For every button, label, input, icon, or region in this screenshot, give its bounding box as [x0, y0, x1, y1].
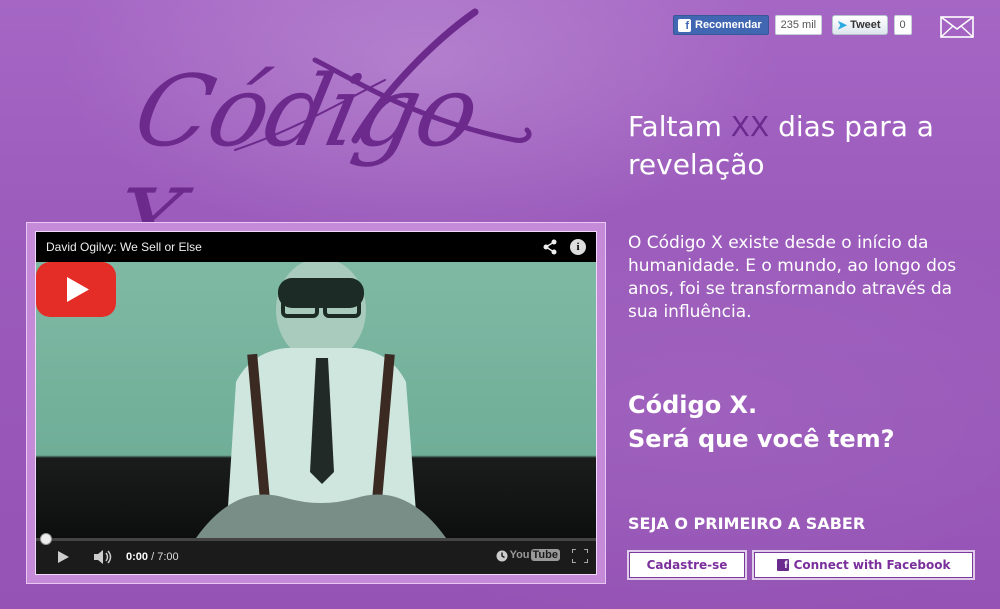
facebook-connect-label: Connect with Facebook [793, 558, 951, 572]
watch-later-icon[interactable] [496, 550, 508, 562]
register-button-label: Cadastre-se [646, 558, 728, 572]
tweet-button[interactable]: ➤ Tweet [832, 15, 888, 35]
signup-heading: SEJA O PRIMEIRO A SABER [628, 514, 866, 533]
video-controls: 0:00 / 7:00 You Tube [36, 533, 596, 574]
progress-bar[interactable] [36, 533, 596, 545]
time-display: 0:00 / 7:00 [126, 551, 179, 563]
info-icon[interactable]: i [570, 239, 586, 255]
current-time: 0:00 [126, 551, 149, 563]
youtube-logo-tube: Tube [530, 549, 560, 561]
video-title-bar: David Ogilvy: We Sell or Else i [36, 232, 596, 262]
facebook-icon: f [678, 18, 691, 32]
volume-icon[interactable] [94, 550, 114, 564]
play-button-icon[interactable] [36, 262, 116, 317]
youtube-logo[interactable]: You Tube [510, 549, 560, 561]
tagline: Código X. Será que você tem? [628, 388, 978, 456]
envelope-icon[interactable] [940, 16, 974, 38]
intro-paragraph: O Código X existe desde o início da huma… [628, 233, 957, 322]
duration: / 7:00 [151, 551, 179, 563]
video-frame: David Ogilvy: We Sell or Else i 0:00 / 7… [26, 222, 606, 584]
facebook-like-button[interactable]: f Recomendar [673, 15, 769, 35]
video-title[interactable]: David Ogilvy: We Sell or Else [46, 240, 202, 254]
facebook-connect-button[interactable]: f Connect with Facebook [752, 550, 975, 580]
countdown-days: XX [730, 110, 770, 143]
logo: Código X [55, 0, 535, 283]
twitter-bird-icon: ➤ [837, 18, 848, 32]
register-button[interactable]: Cadastre-se [627, 550, 747, 580]
fullscreen-icon[interactable] [572, 549, 588, 563]
youtube-logo-you: You [509, 549, 530, 561]
video-screen[interactable] [36, 262, 596, 538]
facebook-like-count: 235 mil [774, 15, 823, 35]
social-bar: f Recomendar 235 mil ➤ Tweet 0 [673, 15, 912, 35]
tweet-count: 0 [893, 15, 912, 35]
video-player[interactable]: David Ogilvy: We Sell or Else i 0:00 / 7… [35, 231, 597, 575]
countdown-headline: Faltam XX dias para a revelação [628, 108, 978, 184]
share-icon[interactable] [542, 239, 558, 255]
progress-scrubber[interactable] [40, 533, 52, 545]
tweet-label: Tweet [850, 19, 881, 31]
facebook-icon: f [776, 559, 789, 571]
countdown-prefix: Faltam [628, 110, 731, 143]
facebook-like-label: Recomendar [695, 19, 762, 31]
play-icon[interactable] [58, 551, 70, 563]
tagline-line-2: Será que você tem? [628, 425, 895, 453]
tagline-line-1: Código X. [628, 391, 758, 419]
